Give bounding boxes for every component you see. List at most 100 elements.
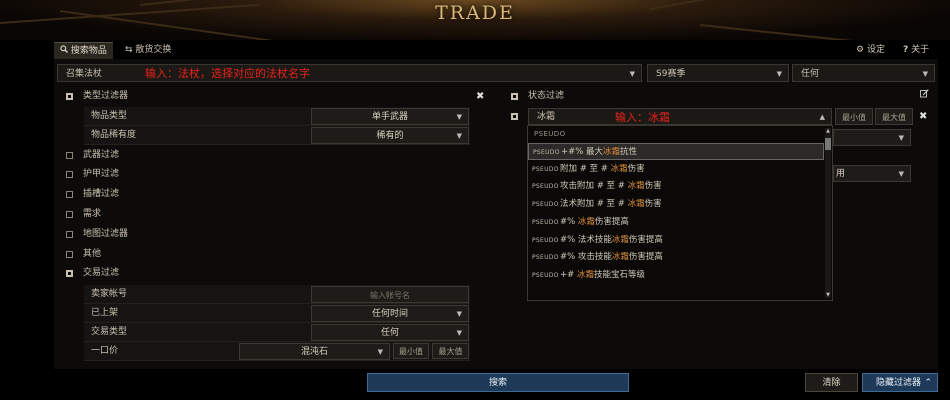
- tab-search-items[interactable]: 搜索物品: [54, 42, 113, 60]
- filter-group-label: 插槽过滤: [83, 189, 120, 199]
- league-select[interactable]: S9赛季 ▼: [647, 64, 789, 82]
- close-icon[interactable]: ✖: [476, 88, 484, 105]
- hide-filters-button[interactable]: 隐藏过滤器 ⌃: [862, 373, 938, 392]
- dropdown-item[interactable]: PSEUDO附加 # 至 # 冰霜伤害: [528, 161, 824, 178]
- chevron-down-icon: ▼: [377, 348, 383, 356]
- chevron-down-icon: ▼: [456, 113, 462, 121]
- price-max-placeholder: 最大值: [438, 347, 463, 356]
- item-type-label: 物品类型: [91, 111, 128, 121]
- filter-group-socket[interactable]: 插槽过滤: [66, 186, 366, 203]
- dropdown-item[interactable]: PSEUDO攻击附加 # 至 # 冰霜伤害: [528, 178, 824, 195]
- filter-group-map[interactable]: 地图过滤器: [66, 226, 366, 243]
- currency-select[interactable]: 混沌石 ▼: [239, 343, 390, 360]
- sale-type-select[interactable]: 任何 ▼: [311, 324, 469, 341]
- item-rarity-value: 稀有的: [376, 131, 404, 141]
- stat-group-select[interactable]: ▼: [833, 129, 911, 146]
- stat-filters-checkbox[interactable]: [511, 93, 518, 100]
- item-type-select[interactable]: 单手武器 ▼: [311, 108, 469, 125]
- tab-label: 散货交换: [135, 45, 172, 55]
- status-select[interactable]: 任何 ▼: [792, 64, 935, 82]
- filter-checkbox[interactable]: [66, 251, 73, 258]
- item-rarity-label: 物品稀有度: [91, 130, 137, 140]
- filter-checkbox[interactable]: [66, 171, 73, 178]
- stat-text-pre: 法术附加 # 至 #: [560, 199, 628, 209]
- pseudo-tag: PSEUDO: [532, 237, 559, 244]
- trade-filters-checkbox[interactable]: [66, 270, 73, 277]
- pseudo-tag: PSEUDO: [532, 201, 559, 208]
- price-max-input[interactable]: 最大值: [432, 343, 469, 359]
- stat-text-highlight: 冰霜: [603, 147, 621, 157]
- dropdown-item[interactable]: PSEUDO+# 冰霜技能宝石等级: [528, 267, 824, 284]
- dropdown-item[interactable]: PSEUDO#% 攻击技能冰霜伤害提高: [528, 249, 824, 266]
- dropdown-item[interactable]: PSEUDO#% 冰霜伤害提高: [528, 214, 824, 231]
- trade-filters-header[interactable]: 交易过滤: [66, 265, 366, 282]
- close-icon[interactable]: ✖: [919, 108, 931, 125]
- dropdown-item[interactable]: PSEUDO#% 法术技能冰霜伤害提高: [528, 232, 824, 249]
- stat-mode-select[interactable]: 用 ▼: [833, 165, 911, 182]
- stat-text-pre: +#% 最大: [561, 147, 604, 157]
- stat-mode-text: 用: [836, 169, 846, 179]
- stat-text-highlight: 冰霜: [610, 164, 628, 174]
- filter-group-misc[interactable]: 其他: [66, 246, 366, 263]
- item-type-value: 单手武器: [371, 112, 408, 122]
- exchange-icon: ⇆: [125, 45, 133, 55]
- item-search-input[interactable]: 召集法杖 输入：法杖，选择对应的法杖名字 ▼: [57, 64, 642, 82]
- trade-logo: TRADE: [435, 2, 515, 24]
- stat-text-highlight: 冰霜: [627, 199, 645, 209]
- dropdown-item[interactable]: PSEUDO+#% 最大冰霜抗性: [528, 143, 824, 160]
- stat-search-input[interactable]: 冰霜 输入：冰霜 ▲: [528, 108, 832, 125]
- filter-group-requirements[interactable]: 需求: [66, 206, 366, 223]
- stat-text-pre: 攻击附加 # 至 #: [560, 181, 628, 191]
- seller-account-label: 卖家帐号: [91, 289, 128, 299]
- listed-value: 任何时间: [371, 309, 408, 319]
- stat-max-input[interactable]: 最大值: [875, 108, 913, 125]
- filter-checkbox[interactable]: [66, 231, 73, 238]
- filter-checkbox[interactable]: [66, 152, 73, 159]
- item-rarity-select[interactable]: 稀有的 ▼: [311, 127, 469, 144]
- price-label: 一口价: [91, 346, 119, 356]
- stat-checkbox[interactable]: [511, 113, 518, 120]
- annotation-item-search: 输入：法杖，选择对应的法杖名字: [145, 67, 310, 80]
- stat-suggestions-dropdown: PSEUDO PSEUDO+#% 最大冰霜抗性 PSEUDO附加 # 至 # 冰…: [527, 125, 833, 301]
- stat-text-post: 伤害: [627, 164, 645, 174]
- search-button[interactable]: 搜索: [367, 373, 629, 392]
- price-min-input[interactable]: 最小值: [393, 343, 429, 359]
- type-filters-header[interactable]: 类型过滤器 ✖: [66, 88, 490, 105]
- status-value: 任何: [801, 69, 820, 79]
- hide-filters-label: 隐藏过滤器: [876, 378, 922, 388]
- seller-account-input[interactable]: 输入帐号名: [311, 286, 469, 303]
- dropdown-scrollbar[interactable]: ▲ ▼: [825, 128, 831, 298]
- stat-text-highlight: 冰霜: [611, 235, 629, 245]
- scrollbar-thumb[interactable]: [825, 138, 831, 150]
- scroll-down-icon[interactable]: ▼: [825, 292, 831, 298]
- stat-text-pre: 附加 # 至 #: [560, 164, 611, 174]
- currency-value: 混沌石: [300, 347, 328, 357]
- pseudo-tag: PSEUDO: [532, 166, 559, 173]
- stat-text-post: 伤害提高: [628, 235, 663, 245]
- about-button[interactable]: ? 关于: [903, 43, 929, 58]
- edit-icon[interactable]: [920, 88, 929, 105]
- tab-bulk-exchange[interactable]: ⇆ 散货交换: [119, 42, 177, 59]
- scroll-up-icon[interactable]: ▲: [825, 128, 831, 134]
- clear-button[interactable]: 清除: [805, 373, 858, 392]
- stat-text-highlight: 冰霜: [577, 217, 595, 227]
- stat-text-highlight: 冰霜: [627, 181, 645, 191]
- dropdown-item[interactable]: PSEUDO法术附加 # 至 # 冰霜伤害: [528, 196, 824, 213]
- pseudo-tag: PSEUDO: [532, 272, 559, 279]
- stat-min-input[interactable]: 最小值: [835, 108, 873, 125]
- stat-text-pre: #% 法术技能: [560, 235, 612, 245]
- chevron-up-icon: ⌃: [924, 378, 932, 388]
- gear-icon: ⚙: [856, 45, 865, 55]
- filter-group-armour[interactable]: 护甲过滤: [66, 166, 366, 183]
- settings-button[interactable]: ⚙ 设定: [856, 43, 885, 58]
- filter-checkbox[interactable]: [66, 191, 73, 198]
- stat-filters-header[interactable]: 状态过滤: [511, 88, 931, 105]
- pseudo-tag: PSEUDO: [532, 254, 559, 261]
- search-button-label: 搜索: [488, 378, 507, 388]
- filter-checkbox[interactable]: [66, 211, 73, 218]
- filter-group-weapon[interactable]: 武器过滤: [66, 147, 366, 164]
- type-filters-checkbox[interactable]: [66, 93, 73, 100]
- clear-button-label: 清除: [822, 378, 841, 388]
- chevron-down-icon: ▼: [922, 70, 928, 78]
- listed-select[interactable]: 任何时间 ▼: [311, 305, 469, 322]
